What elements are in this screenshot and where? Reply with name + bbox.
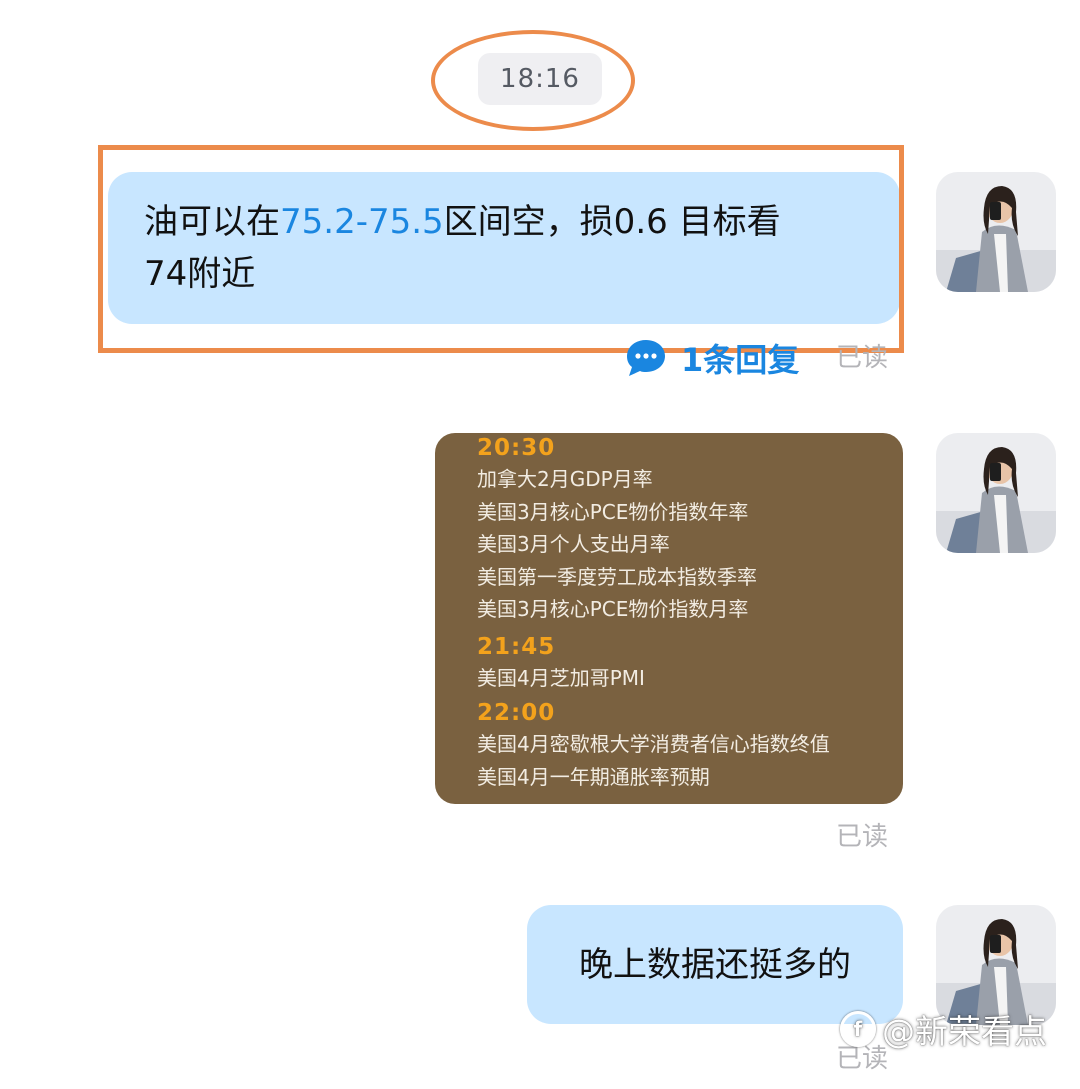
schedule-group: 22:00 美国4月密歇根大学消费者信心指数终值 美国4月一年期通胀率预期 (477, 698, 903, 793)
chat-screen: 18:16 油可以在75.2-75.5区间空，损0.6 目标看 74附近 1条回… (0, 0, 1080, 1089)
reply-thread-link[interactable]: 1条回复 (625, 334, 799, 382)
read-status: 已读 (836, 822, 889, 852)
avatar[interactable] (936, 433, 1056, 553)
schedule-time: 21:45 (477, 633, 556, 660)
timestamp-annotation-circle (431, 30, 635, 131)
schedule-item: 美国3月个人支出月率 (477, 532, 670, 556)
schedule-image-message[interactable]: 20:30 加拿大2月GDP月率 美国3月核心PCE物价指数年率 美国3月个人支… (435, 433, 903, 804)
message-text: 晚上数据还挺多的 (579, 944, 851, 985)
chat-bubble-icon (627, 340, 665, 376)
avatar[interactable] (936, 172, 1056, 292)
schedule-item: 美国第一季度劳工成本指数季率 (477, 564, 757, 589)
schedule-item: 美国3月核心PCE物价指数月率 (477, 597, 749, 621)
watermark-logo-icon: f (840, 1011, 876, 1047)
watermark: f @新荣看点 (840, 1005, 1047, 1053)
message-annotation-box (98, 145, 904, 353)
schedule-group: 20:30 加拿大2月GDP月率 美国3月核心PCE物价指数年率 美国3月个人支… (477, 433, 903, 626)
reply-count-label[interactable]: 1条回复 (681, 335, 799, 381)
schedule-item: 美国3月核心PCE物价指数年率 (477, 499, 749, 524)
schedule-item: 美国4月一年期通胀率预期 (477, 764, 710, 789)
watermark-text: @新荣看点 (882, 1012, 1047, 1051)
read-status: 已读 (836, 343, 889, 373)
schedule-group: 21:45 美国4月芝加哥PMI (477, 632, 903, 695)
schedule-item: 美国4月芝加哥PMI (477, 665, 645, 690)
schedule-item: 美国4月密歇根大学消费者信心指数终值 (477, 732, 830, 756)
schedule-item: 加拿大2月GDP月率 (477, 467, 653, 491)
schedule-time: 22:00 (477, 700, 556, 726)
schedule-time: 20:30 (477, 435, 556, 461)
